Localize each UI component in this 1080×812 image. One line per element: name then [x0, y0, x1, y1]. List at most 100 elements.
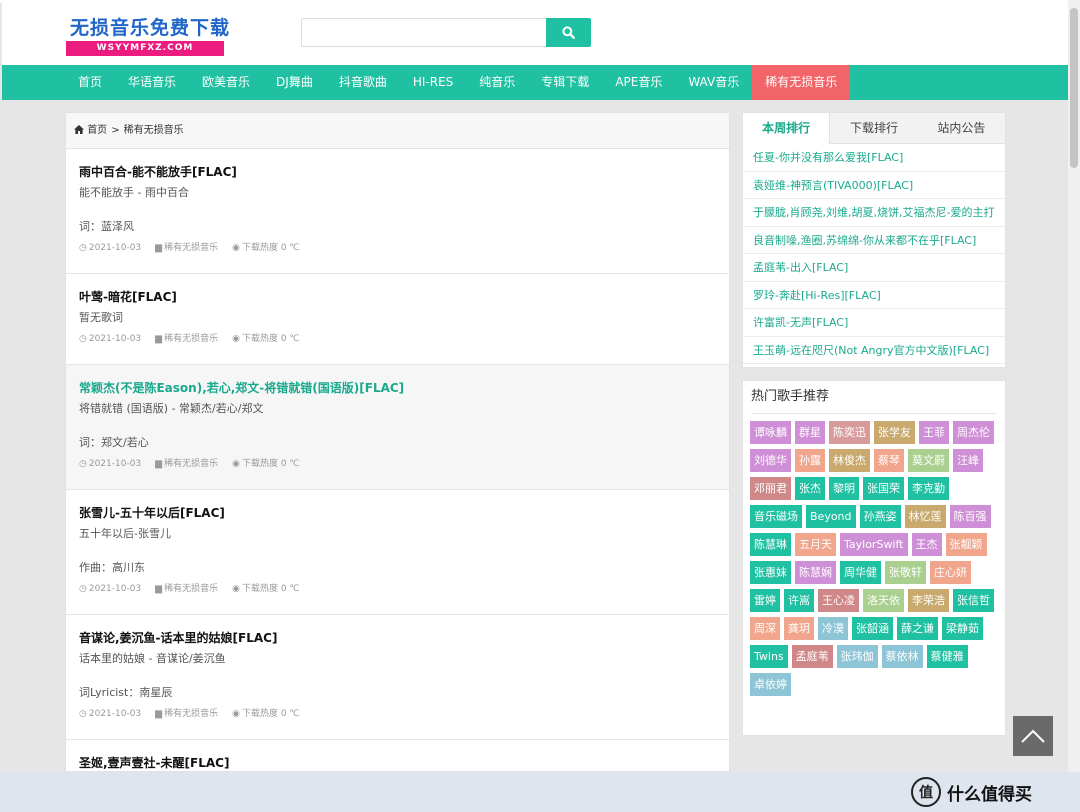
singer-tag[interactable]: 张韶涵: [852, 617, 893, 640]
singer-tag[interactable]: 音乐磁场: [750, 505, 802, 528]
singer-tag[interactable]: 张信哲: [953, 589, 994, 612]
singer-tag[interactable]: 孙露: [795, 449, 825, 472]
post-meta: ◷ 2021-10-03 ▆ 稀有无损音乐 ◉ 下载热度 0 ℃: [79, 708, 716, 720]
singer-tag[interactable]: 薛之谦: [897, 617, 938, 640]
singer-tag[interactable]: 张惠妹: [750, 561, 791, 584]
singer-tag[interactable]: TaylorSwift: [840, 533, 908, 556]
singer-tag[interactable]: 张玮伽: [836, 645, 878, 668]
search-input[interactable]: [301, 18, 546, 47]
singer-tag[interactable]: 梁静茹: [942, 617, 983, 640]
search-button[interactable]: [546, 18, 591, 47]
singer-tag[interactable]: Twins: [750, 645, 788, 668]
singer-tag[interactable]: 雷婷: [750, 589, 780, 612]
singer-tag[interactable]: 周华健: [840, 561, 881, 584]
singer-tag[interactable]: 周杰伦: [953, 421, 994, 444]
post-title[interactable]: 音谋论,姜沉鱼-话本里的姑娘[FLAC]: [79, 630, 716, 646]
nav-item[interactable]: 抖音歌曲: [326, 65, 400, 100]
singer-tag[interactable]: 陈奕迅: [829, 421, 870, 444]
singer-tag[interactable]: 张杰: [795, 477, 825, 500]
ranking-item[interactable]: 袁娅维-神预言(TIVA000)[FLAC]: [743, 172, 1005, 199]
singer-tag[interactable]: 许嵩: [784, 589, 814, 612]
nav-item[interactable]: HI-RES: [400, 65, 466, 100]
singer-tag[interactable]: 龚玥: [784, 617, 814, 640]
singer-tag[interactable]: 孙燕姿: [859, 505, 901, 528]
ranking-item[interactable]: 许富凯-无声[FLAC]: [743, 309, 1005, 337]
singer-tag[interactable]: 冷漠: [818, 617, 848, 640]
singer-tag[interactable]: 卓依婷: [750, 673, 791, 696]
post-title[interactable]: 张雪儿-五十年以后[FLAC]: [79, 505, 716, 521]
singer-tag[interactable]: 庄心妍: [930, 561, 971, 584]
singer-tag[interactable]: 莫文蔚: [908, 449, 949, 472]
singer-tag[interactable]: 王心凌: [818, 589, 859, 612]
ranking-tab[interactable]: 下载排行: [830, 113, 917, 143]
singer-tag[interactable]: 汪峰: [953, 449, 983, 472]
nav-item[interactable]: 稀有无损音乐: [752, 65, 851, 100]
post-title[interactable]: 雨中百合-能不能放手[FLAC]: [79, 164, 716, 180]
singer-tag[interactable]: 蔡琴: [874, 449, 904, 472]
singer-tag[interactable]: 林俊杰: [829, 449, 870, 472]
ranking-tab[interactable]: 站内公告: [918, 113, 1005, 143]
nav-item[interactable]: WAV音乐: [675, 65, 752, 100]
singer-tag[interactable]: 陈慧娴: [795, 561, 836, 584]
singer-tag[interactable]: 谭咏麟: [750, 421, 791, 444]
hot-singers-widget: 热门歌手推荐 谭咏麟 群星 陈奕迅 张学友 王菲 周杰伦 刘德华 孙露 林俊杰 蔡琴 莫文蔚 汪峰 邓丽…: [742, 380, 1006, 736]
post-excerpt: 将错就错 (国语版) - 常颖杰/若心/郑文: [79, 402, 264, 415]
ranking-tab[interactable]: 本周排行: [743, 113, 831, 144]
nav-item[interactable]: 欧美音乐: [189, 65, 263, 100]
singer-tag[interactable]: 张敬轩: [885, 561, 926, 584]
singer-tag[interactable]: 陈慧琳: [750, 533, 791, 556]
post-category[interactable]: ▆ 稀有无损音乐: [155, 242, 218, 254]
ranking-item[interactable]: 王玉萌-远在咫尺(Not Angry官方中文版)[FLAC]: [743, 337, 1005, 364]
post-category[interactable]: ▆ 稀有无损音乐: [155, 583, 218, 595]
folder-icon: ▆: [155, 243, 163, 253]
scrollbar-thumb[interactable]: [1070, 8, 1078, 168]
singer-tag[interactable]: 蔡依林: [881, 645, 923, 668]
post-category[interactable]: ▆ 稀有无损音乐: [155, 458, 218, 470]
singer-tag[interactable]: 王杰: [911, 533, 942, 556]
post-excerpt: 话本里的姑娘 - 音谋论/姜沉鱼: [79, 652, 226, 665]
singer-tag[interactable]: 周深: [750, 617, 780, 640]
singer-tag[interactable]: 王菲: [919, 421, 949, 444]
post-excerpt: 五十年以后-张雪儿: [79, 527, 171, 540]
singer-tag[interactable]: 李荣浩: [908, 589, 949, 612]
singer-tag[interactable]: 洛天依: [863, 589, 904, 612]
ranking-item[interactable]: 于朦胧,肖顾尧,刘维,胡夏,烧饼,艾福杰尼-爱的主打: [743, 199, 1005, 227]
singer-tag[interactable]: 刘德华: [750, 449, 791, 472]
singer-tag[interactable]: 黎明: [829, 477, 859, 500]
singer-tag[interactable]: 李克勤: [908, 477, 949, 500]
page-scrollbar[interactable]: [1068, 0, 1080, 772]
site-logo[interactable]: 无损音乐免费下载 WSYYMFXZ.COM: [66, 13, 229, 59]
singer-tag[interactable]: 孟庭苇: [791, 645, 833, 668]
singer-tag[interactable]: Beyond: [806, 505, 856, 528]
singer-tag[interactable]: 邓丽君: [750, 477, 791, 500]
nav-item[interactable]: APE音乐: [602, 65, 675, 100]
nav-item[interactable]: 华语音乐: [115, 65, 189, 100]
singer-tag[interactable]: 林忆莲: [904, 505, 946, 528]
singer-tag[interactable]: 陈百强: [949, 505, 991, 528]
singer-tag[interactable]: 张学友: [874, 421, 915, 444]
singer-tag[interactable]: 五月天: [795, 533, 836, 556]
ranking-item[interactable]: 任夏-你并没有那么爱我[FLAC]: [743, 144, 1005, 172]
post-title[interactable]: 常颖杰(不是陈Eason),若心,郑文-将错就错(国语版)[FLAC]: [79, 380, 716, 396]
post-category[interactable]: ▆ 稀有无损音乐: [155, 708, 218, 720]
singer-tag[interactable]: 群星: [795, 421, 825, 444]
breadcrumb-current[interactable]: 稀有无损音乐: [124, 125, 184, 136]
nav-item[interactable]: 首页: [65, 65, 115, 100]
post-title[interactable]: 圣姬,壹声壹社-未醒[FLAC]: [79, 755, 716, 771]
ranking-item[interactable]: 罗玲-奔赴[Hi-Res][FLAC]: [743, 282, 1005, 309]
ranking-item[interactable]: 孟庭苇-出入[FLAC]: [743, 254, 1005, 282]
singer-tag[interactable]: 张国荣: [863, 477, 904, 500]
nav-item[interactable]: 纯音乐: [466, 65, 528, 100]
home-icon: [74, 125, 84, 134]
back-to-top-button[interactable]: [1013, 716, 1053, 756]
nav-item[interactable]: 专辑下载: [528, 65, 602, 100]
post-date-text: 2021-10-03: [88, 334, 142, 344]
ranking-item[interactable]: 良音制噪,渔圈,苏绵绵-你从来都不在乎[FLAC]: [743, 227, 1005, 254]
singer-tag[interactable]: 张靓颖: [945, 533, 987, 556]
nav-item[interactable]: DJ舞曲: [263, 65, 326, 100]
post-date: ◷ 2021-10-03: [79, 583, 141, 595]
singer-tag[interactable]: 蔡健雅: [926, 645, 968, 668]
post-title[interactable]: 叶莺-暗花[FLAC]: [79, 289, 716, 305]
breadcrumb-home[interactable]: 首页: [87, 125, 107, 136]
post-category[interactable]: ▆ 稀有无损音乐: [155, 333, 218, 345]
